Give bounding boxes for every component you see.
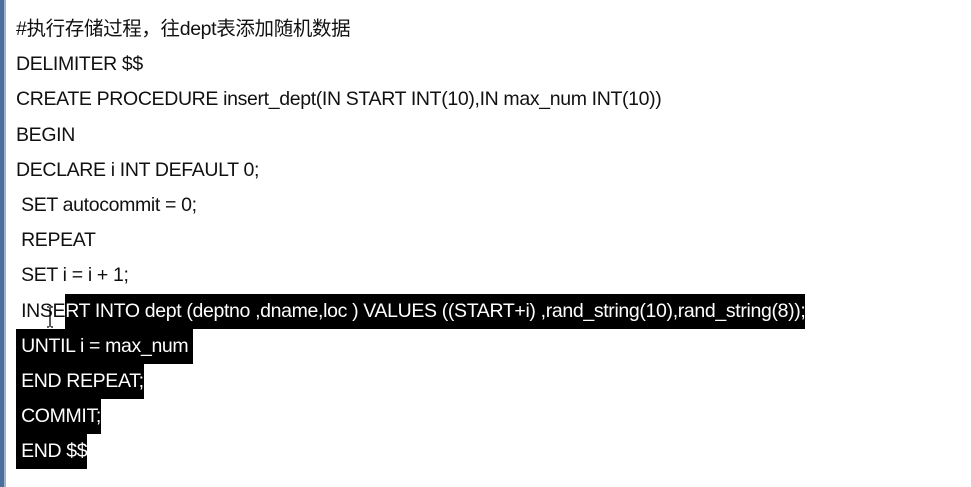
- code-line-end-repeat: END REPEAT;: [16, 363, 805, 400]
- sql-editor-window: #执行存储过程，往dept表添加随机数据 DELIMITER $$ CREATE…: [0, 0, 971, 487]
- code-line-set-i: SET i = i + 1;: [16, 264, 129, 287]
- code-line-create-procedure: CREATE PROCEDURE insert_dept(IN START IN…: [16, 88, 662, 111]
- text-selection-end-repeat: END REPEAT;: [16, 363, 144, 400]
- ibeam-cursor-svg: [47, 306, 53, 328]
- code-line-commit: COMMIT;: [16, 399, 805, 435]
- text-ibeam-cursor-icon: [46, 306, 54, 328]
- code-line-insert: INSERT INTO dept (deptno ,dname,loc ) VA…: [16, 293, 806, 329]
- code-line-delimiter: DELIMITER $$: [16, 53, 143, 76]
- code-editor-text-area[interactable]: #执行存储过程，往dept表添加随机数据 DELIMITER $$ CREATE…: [16, 12, 806, 470]
- code-line-repeat: REPEAT: [16, 229, 96, 252]
- code-line-until: UNTIL i = max_num: [16, 328, 805, 364]
- editor-left-border-highlight: [4, 0, 6, 487]
- insert-unselected-text: INSE: [16, 299, 66, 322]
- code-line-set-autocommit: SET autocommit = 0;: [16, 193, 197, 216]
- text-selection-commit: COMMIT;: [16, 399, 101, 435]
- text-selection-end: END $$: [16, 434, 88, 470]
- code-line-begin: BEGIN: [16, 123, 75, 146]
- code-line-comment: #执行存储过程，往dept表添加随机数据: [16, 18, 351, 40]
- code-line-declare: DECLARE i INT DEFAULT 0;: [16, 158, 260, 181]
- code-line-end: END $$: [16, 434, 805, 470]
- text-selection-until: UNTIL i = max_num: [16, 328, 194, 364]
- text-selection-insert: RT INTO dept (deptno ,dname,loc ) VALUES…: [65, 293, 806, 329]
